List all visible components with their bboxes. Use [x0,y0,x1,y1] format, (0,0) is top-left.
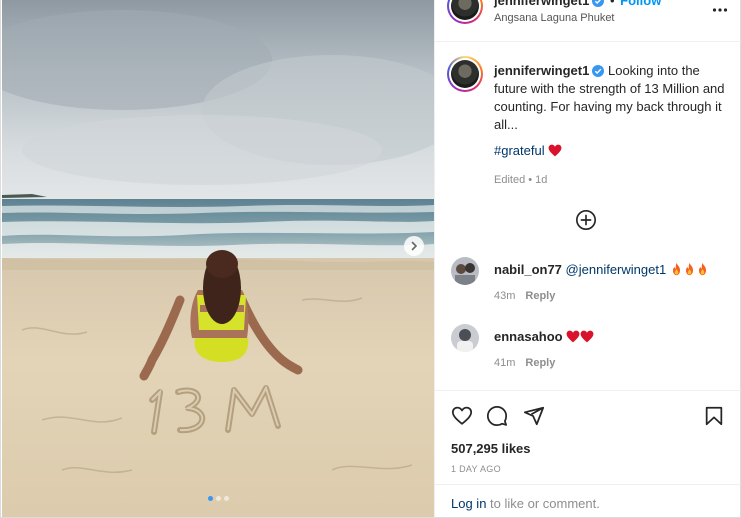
fire-icon [672,262,680,276]
carousel-dot [223,496,229,501]
likes-count[interactable]: 507,295 likes [451,441,531,456]
comment-time: 43m [494,290,516,302]
comment-line: ennasahoo [494,329,594,344]
post-header: jenniferwinget1 • Follow Angsana Laguna … [435,0,741,42]
hashtag-link[interactable]: #grateful [494,143,545,158]
post-side-panel: jenniferwinget1 • Follow Angsana Laguna … [434,0,741,517]
post-location[interactable]: Angsana Laguna Phuket [494,12,615,24]
caption-edited: Edited • 1d [494,174,548,186]
beach-photo [2,0,434,517]
more-icon[interactable] [712,2,728,18]
author-username[interactable]: jenniferwinget1 [494,0,589,8]
verified-icon [592,65,605,77]
carousel-dot [207,496,213,501]
header-separator: • [609,0,615,8]
fire-icon [685,262,693,276]
comment-avatar[interactable] [451,324,479,352]
reply-button[interactable]: Reply [525,357,555,369]
heart-emoji-icon [580,330,594,343]
carousel-dot [215,496,221,501]
heart-icon[interactable] [451,405,473,427]
carousel-next-button[interactable] [404,236,424,256]
comment-time: 41m [494,357,516,369]
follow-button[interactable]: Follow [620,0,661,8]
verified-icon [592,0,605,7]
reply-button[interactable]: Reply [525,290,555,302]
heart-emoji-icon [566,330,580,343]
bookmark-icon[interactable] [703,405,725,427]
comment-line: nabil_on77 @jenniferwinget1 [494,262,709,277]
carousel-indicator [2,496,434,501]
fire-emoji-group [670,262,709,277]
comment-username[interactable]: ennasahoo [494,329,563,344]
post-photo[interactable] [2,0,434,517]
caption-hashtag-line: #grateful [494,143,562,158]
login-link[interactable]: Log in [451,496,486,511]
comment-meta: 43m Reply [494,290,555,302]
login-prompt: Log in to like or comment. [435,484,741,517]
caption-avatar[interactable] [447,56,483,92]
post-actions: 507,295 likes 1 DAY AGO [435,390,741,480]
comment-icon[interactable] [486,405,508,427]
chevron-right-icon [411,241,418,251]
comment-avatar[interactable] [451,257,479,285]
login-suffix: to like or comment. [486,496,600,511]
comment-mention[interactable]: @jenniferwinget1 [566,262,667,277]
add-circle-icon[interactable] [575,209,597,231]
share-icon[interactable] [523,405,545,427]
heart-emoji-group [566,329,594,344]
post-date[interactable]: 1 DAY AGO [451,464,501,474]
caption-text: jenniferwinget1 Looking into the future … [494,62,730,134]
author-avatar[interactable] [447,0,483,24]
header-user-line: jenniferwinget1 • Follow [494,0,661,8]
comment-meta: 41m Reply [494,357,555,369]
fire-icon [698,262,706,276]
heart-emoji-icon [548,144,562,157]
login-text: Log in to like or comment. [451,496,600,511]
caption-username[interactable]: jenniferwinget1 [494,63,589,78]
post-container: jenniferwinget1 • Follow Angsana Laguna … [0,0,741,518]
comment-username[interactable]: nabil_on77 [494,262,562,277]
